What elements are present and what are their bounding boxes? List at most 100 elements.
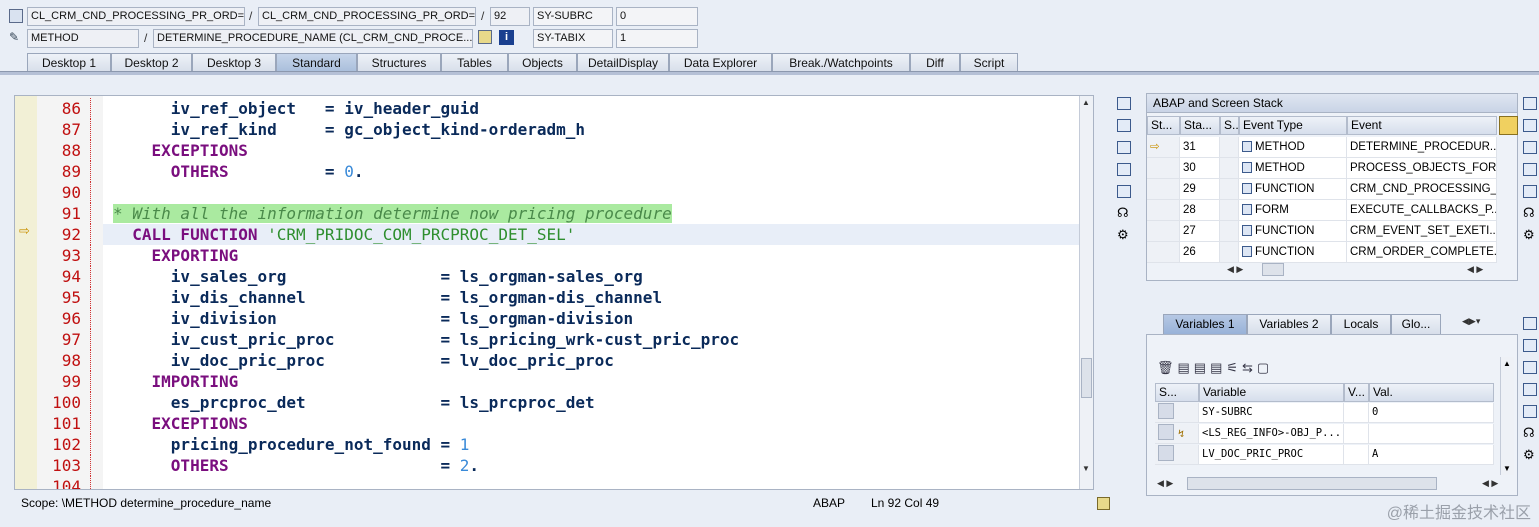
tab-detaildisplay[interactable]: DetailDisplay [577, 53, 669, 72]
stack-type-cell[interactable]: FORM [1239, 200, 1347, 221]
sysvar2-name-field[interactable]: SY-TABIX [533, 29, 613, 48]
stack-level-cell[interactable]: 31 [1180, 137, 1220, 158]
tab-diff[interactable]: Diff [910, 53, 960, 72]
var-cell[interactable] [1344, 424, 1369, 444]
tab-desktop-1[interactable]: Desktop 1 [27, 53, 111, 72]
tab-desktop-2[interactable]: Desktop 2 [111, 53, 192, 72]
stack-col-event[interactable]: Event [1347, 116, 1497, 135]
stack-col-status[interactable]: St... [1147, 116, 1180, 135]
scroll-thumb[interactable] [1081, 358, 1092, 398]
stack-cell[interactable]: ⇨ [1147, 137, 1180, 158]
var-col-variable[interactable]: Variable [1199, 383, 1344, 402]
scroll-up-icon[interactable]: ▲ [1503, 359, 1511, 368]
stack-level-cell[interactable]: 26 [1180, 242, 1220, 263]
stack-event-cell[interactable]: DETERMINE_PROCEDUR... [1347, 137, 1497, 158]
event-name-field[interactable]: DETERMINE_PROCEDURE_NAME (CL_CRM_CND_PRO… [153, 29, 473, 48]
tab-structures[interactable]: Structures [357, 53, 441, 72]
stack-cell[interactable] [1147, 158, 1180, 179]
stack-level-cell[interactable]: 27 [1180, 221, 1220, 242]
tab-tables[interactable]: Tables [441, 53, 508, 72]
stack-hscroll-left-icon[interactable]: ◀ ▶ [1227, 264, 1243, 275]
var-value-cell[interactable]: 0 [1369, 403, 1494, 423]
tab-locals[interactable]: Locals [1331, 314, 1391, 334]
stack-event-cell[interactable]: CRM_CND_PROCESSING_... [1347, 179, 1497, 200]
stack-cell[interactable] [1220, 137, 1239, 158]
close-icon[interactable] [1523, 317, 1537, 330]
stack-level-cell[interactable]: 30 [1180, 158, 1220, 179]
close-icon[interactable] [1523, 97, 1537, 110]
stack-col-event-type[interactable]: Event Type [1239, 116, 1347, 135]
tab-breakpoints[interactable]: Break./Watchpoints [772, 53, 910, 72]
stack-cell[interactable] [1147, 200, 1180, 221]
var-col-v[interactable]: V... [1344, 383, 1369, 402]
var-cell[interactable] [1155, 403, 1199, 423]
sysvar1-name-field[interactable]: SY-SUBRC [533, 7, 613, 26]
row-selector[interactable] [1158, 424, 1174, 440]
scroll-up-icon[interactable]: ▲ [1082, 98, 1090, 107]
tab-variables-2[interactable]: Variables 2 [1247, 314, 1331, 334]
stack-cell[interactable] [1220, 221, 1239, 242]
stack-type-cell[interactable]: METHOD [1239, 137, 1347, 158]
variables-scrollbar[interactable]: ▲ ▼ [1500, 357, 1514, 475]
editor-vertical-scrollbar[interactable]: ▲ ▼ [1079, 96, 1093, 489]
new-tool-icon[interactable] [1117, 119, 1131, 132]
stack-col-s[interactable]: S... [1220, 116, 1239, 135]
stack-event-cell[interactable]: PROCESS_OBJECTS_FOR_... [1347, 158, 1497, 179]
stack-type-cell[interactable]: FUNCTION [1239, 221, 1347, 242]
notes-icon[interactable] [1097, 497, 1110, 510]
scroll-down-icon[interactable]: ▼ [1503, 464, 1511, 473]
row-selector[interactable] [1158, 403, 1174, 419]
stack-cell[interactable] [1220, 200, 1239, 221]
close-icon[interactable] [1117, 97, 1131, 110]
var-cell[interactable]: ↯ [1155, 424, 1199, 444]
swap-tool-icon[interactable] [1117, 141, 1131, 154]
navigate-icon[interactable] [478, 30, 492, 44]
variables-hscroll-thumb[interactable] [1187, 477, 1437, 490]
var-col-s[interactable]: S... [1155, 383, 1199, 402]
scroll-down-icon[interactable]: ▼ [1082, 464, 1090, 473]
stack-level-cell[interactable]: 29 [1180, 179, 1220, 200]
headset-icon[interactable]: ☊ [1523, 205, 1535, 221]
expand-icon[interactable] [1523, 185, 1537, 198]
stack-col-level[interactable]: Sta... [1180, 116, 1220, 135]
services-icon[interactable]: ⚙ [1117, 227, 1129, 243]
row-selector[interactable] [1158, 445, 1174, 461]
var-value-cell[interactable] [1369, 424, 1494, 444]
source-editor[interactable]: 86 iv_ref_object = iv_header_guid 87 iv_r… [14, 95, 1094, 490]
var-name-cell[interactable]: <LS_REG_INFO>-OBJ_P... [1199, 424, 1344, 444]
stack-hscroll-right-icon[interactable]: ◀ ▶ [1467, 264, 1483, 275]
stack-cell[interactable] [1220, 242, 1239, 263]
swap-tool-icon[interactable] [1523, 361, 1537, 374]
var-value-cell[interactable]: A [1369, 445, 1494, 465]
stack-hscroll-thumb[interactable] [1262, 263, 1284, 276]
new-tool-icon[interactable] [1523, 339, 1537, 352]
stack-type-cell[interactable]: FUNCTION [1239, 242, 1347, 263]
tab-desktop-3[interactable]: Desktop 3 [192, 53, 276, 72]
expand-icon[interactable] [1117, 185, 1131, 198]
stack-cell[interactable] [1147, 221, 1180, 242]
include-field[interactable]: CL_CRM_CND_PROCESSING_PR_ORD=... [258, 7, 476, 26]
var-name-cell[interactable]: LV_DOC_PRIC_PROC [1199, 445, 1344, 465]
stack-cell[interactable] [1147, 242, 1180, 263]
stack-cell[interactable] [1220, 158, 1239, 179]
maximize-icon[interactable] [1523, 383, 1537, 396]
line-field[interactable]: 92 [490, 7, 530, 26]
variables-hscroll-right-icon[interactable]: ◀ ▶ [1482, 478, 1498, 489]
variables-toolbar-icon[interactable]: 🗑▤▤▤⚟⇆▢ [1157, 360, 1273, 376]
stack-cell[interactable] [1220, 179, 1239, 200]
tab-objects[interactable]: Objects [508, 53, 577, 72]
headset-icon[interactable]: ☊ [1117, 205, 1129, 221]
stack-type-cell[interactable]: METHOD [1239, 158, 1347, 179]
stack-cell[interactable] [1147, 179, 1180, 200]
tab-nav-icon[interactable]: ◀▶▾ [1462, 316, 1480, 327]
layout-icon[interactable] [1499, 116, 1518, 135]
tab-variables-1[interactable]: Variables 1 [1163, 314, 1247, 334]
stack-level-cell[interactable]: 28 [1180, 200, 1220, 221]
services-icon[interactable]: ⚙ [1523, 227, 1535, 243]
tab-globals[interactable]: Glo... [1391, 314, 1441, 334]
maximize-icon[interactable] [1117, 163, 1131, 176]
expand-icon[interactable] [1523, 405, 1537, 418]
tab-data-explorer[interactable]: Data Explorer [669, 53, 772, 72]
new-tool-icon[interactable] [1523, 119, 1537, 132]
var-cell[interactable] [1344, 403, 1369, 423]
